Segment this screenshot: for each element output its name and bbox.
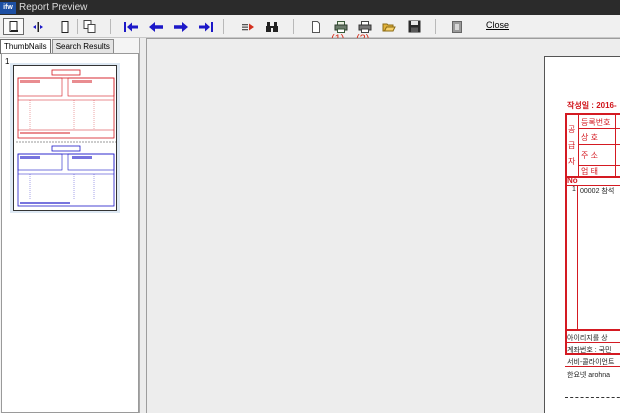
- toolbar-separator: [77, 19, 78, 34]
- page-setup-button[interactable]: [309, 18, 323, 35]
- last-page-icon: [199, 21, 213, 32]
- pane-tabs: ThumbNails Search Results: [0, 39, 115, 54]
- page-cut-line: [565, 397, 620, 398]
- previous-page-button[interactable]: [147, 18, 165, 35]
- thumbnail-page-number: 1: [5, 57, 10, 66]
- first-page-button[interactable]: [122, 18, 140, 35]
- goto-page-button[interactable]: [240, 18, 258, 35]
- row-label-business: 업 태: [581, 167, 598, 176]
- row-label-company: 상 호: [581, 133, 598, 142]
- export-button[interactable]: [450, 18, 464, 35]
- table-border: [615, 113, 616, 177]
- footer-row: 계좌번호 : 국민: [567, 347, 612, 354]
- thumbnail-page[interactable]: [13, 65, 117, 211]
- thumbnail-pane: ThumbNails Search Results 1: [0, 38, 140, 413]
- save-button[interactable]: [406, 18, 422, 35]
- thumbnail-preview-image: [16, 69, 116, 207]
- export-icon: [452, 20, 462, 33]
- open-folder-icon: [382, 23, 396, 31]
- table-border: [565, 366, 620, 367]
- blank-page-icon: [312, 20, 320, 33]
- arrow-left-icon: [149, 21, 163, 32]
- row-label-reg-number: 등록번호: [581, 118, 611, 127]
- floppy-disk-icon: [408, 20, 420, 33]
- single-page-view-button[interactable]: [3, 18, 24, 35]
- arrow-right-icon: [174, 21, 188, 32]
- footer-row: 아이리지를 상: [567, 335, 608, 342]
- first-page-icon: [124, 21, 138, 32]
- open-button[interactable]: [381, 18, 397, 35]
- no-column-header: No: [567, 176, 578, 185]
- toolbar: Close: [0, 15, 620, 38]
- fit-width-icon: [33, 21, 43, 32]
- table-border: [578, 113, 579, 177]
- toolbar-separator: [223, 19, 224, 34]
- close-button[interactable]: Close: [486, 20, 509, 30]
- table-border: [578, 128, 620, 129]
- item-row-number: 1: [572, 186, 576, 193]
- bottom-text: 한요넷 arohna: [567, 372, 611, 379]
- table-border: [565, 113, 620, 115]
- page-width-button[interactable]: [31, 18, 45, 35]
- table-border: [565, 113, 567, 353]
- thumbnail-list: 1: [1, 53, 139, 413]
- next-page-button[interactable]: [172, 18, 190, 35]
- table-border: [565, 329, 620, 331]
- page-icon: [9, 20, 18, 32]
- fit-page-icon: [61, 20, 69, 33]
- toolbar-separator: [293, 19, 294, 34]
- multi-page-button[interactable]: [82, 18, 98, 35]
- supplier-side-label: 급: [568, 141, 576, 150]
- app-icon: ifw: [0, 1, 16, 14]
- binoculars-icon: [266, 21, 278, 32]
- row-label-address: 주 소: [581, 151, 598, 160]
- find-button[interactable]: [264, 18, 280, 35]
- supplier-side-label: 자: [568, 157, 576, 166]
- preview-workspace[interactable]: 작성일 : 2016- 공 급 자 등록번호 상 호 주 소 업 태 No 1 …: [146, 38, 620, 413]
- report-page: 작성일 : 2016- 공 급 자 등록번호 상 호 주 소 업 태 No 1 …: [544, 56, 620, 413]
- toolbar-separator: [110, 19, 111, 34]
- report-date: 작성일 : 2016-: [567, 101, 617, 110]
- goto-icon: [242, 23, 254, 30]
- title-bar: ifw Report Preview: [0, 0, 620, 15]
- window-title: Report Preview: [19, 2, 88, 13]
- last-page-button[interactable]: [197, 18, 215, 35]
- item-row-text: 00002 참석: [580, 188, 615, 195]
- toolbar-separator: [435, 19, 436, 34]
- tab-thumbnails[interactable]: ThumbNails: [0, 39, 51, 54]
- printer-icon: [334, 20, 348, 33]
- printer-icon: [358, 20, 372, 33]
- multi-page-icon: [83, 20, 96, 33]
- tab-search-results[interactable]: Search Results: [51, 39, 114, 53]
- supplier-side-label: 공: [568, 125, 576, 134]
- full-page-button[interactable]: [58, 18, 72, 35]
- table-border: [578, 144, 620, 145]
- table-border: [577, 185, 578, 329]
